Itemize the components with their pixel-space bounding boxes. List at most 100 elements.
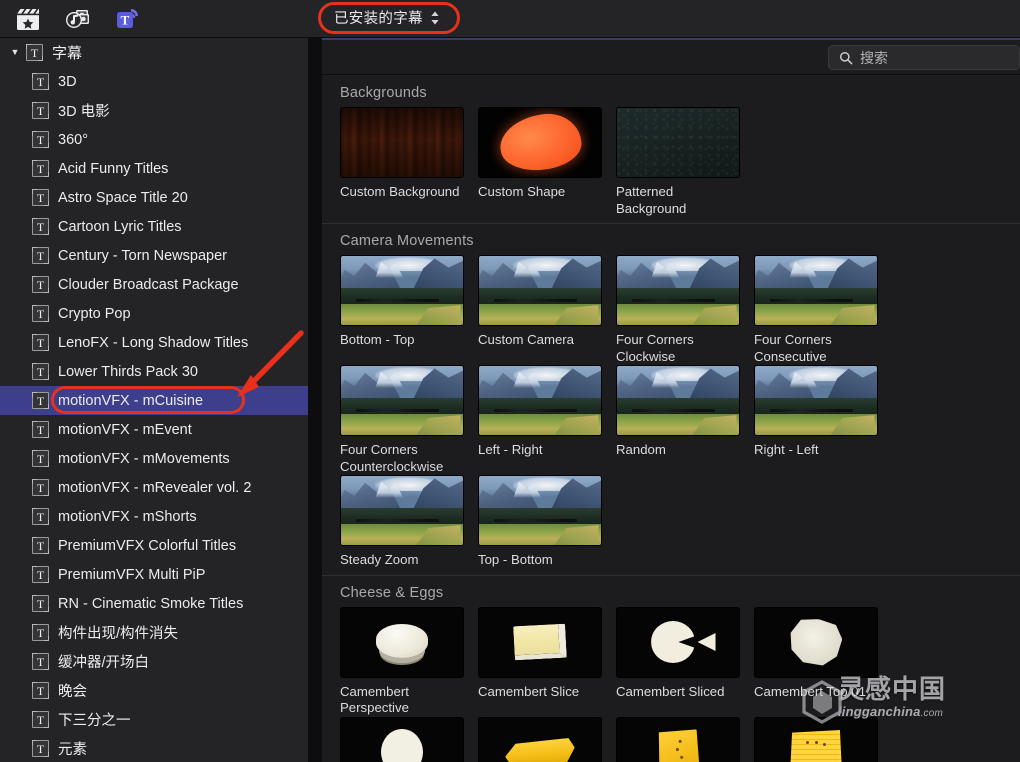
asset-cell[interactable]: Patterned Background: [616, 107, 754, 217]
asset-cell[interactable]: Top - Bottom: [478, 475, 616, 569]
asset-cell[interactable]: Cheese 01: [478, 717, 616, 762]
sidebar-item-premiumvfx-multi-pip[interactable]: TPremiumVFX Multi PiP: [0, 560, 308, 589]
sidebar-item-lower-thirds-pack-30[interactable]: TLower Thirds Pack 30: [0, 357, 308, 386]
title-badge-icon: T: [32, 392, 49, 409]
asset-thumbnail[interactable]: [340, 475, 464, 546]
sidebar-item-acid-funny-titles[interactable]: TAcid Funny Titles: [0, 154, 308, 183]
sidebar-item-motionvfx-mmovements[interactable]: TmotionVFX - mMovements: [0, 444, 308, 473]
asset-thumbnail[interactable]: [754, 255, 878, 326]
sidebar-item-晚会[interactable]: T晚会: [0, 676, 308, 705]
asset-thumbnail[interactable]: [340, 607, 464, 678]
asset-cell[interactable]: Left - Right: [478, 365, 616, 475]
asset-label: Four Corners Consecutive: [754, 326, 878, 365]
asset-cell[interactable]: Custom Camera: [478, 255, 616, 365]
asset-label: Camembert Perspective: [340, 678, 464, 717]
search-icon: [839, 51, 852, 64]
search-bar: 搜索: [322, 40, 1020, 75]
sidebar-item-motionvfx-mshorts[interactable]: TmotionVFX - mShorts: [0, 502, 308, 531]
sidebar-item-下三分之一[interactable]: T下三分之一: [0, 705, 308, 734]
content-browser: 搜索 BackgroundsCustom BackgroundCustom Sh…: [322, 38, 1020, 762]
title-badge-icon: T: [32, 73, 49, 90]
asset-thumbnail[interactable]: [616, 607, 740, 678]
sidebar-item-label: LenoFX - Long Shadow Titles: [58, 335, 248, 351]
asset-cell[interactable]: Four Corners Clockwise: [616, 255, 754, 365]
asset-thumbnail[interactable]: [616, 107, 740, 178]
asset-thumbnail[interactable]: [478, 475, 602, 546]
asset-cell[interactable]: Right - Left: [754, 365, 892, 475]
asset-cell[interactable]: Four Corners Counterclockwise: [340, 365, 478, 475]
sidebar-item-label: 元素: [58, 738, 87, 759]
asset-label: Left - Right: [478, 436, 602, 459]
sidebar-item-360[interactable]: T360°: [0, 125, 308, 154]
asset-cell[interactable]: Random: [616, 365, 754, 475]
asset-cell[interactable]: Custom Background: [340, 107, 478, 217]
sidebar-item-label: 构件出现/构件消失: [58, 622, 178, 643]
title-badge-icon: T: [32, 595, 49, 612]
asset-thumbnail[interactable]: [340, 107, 464, 178]
sidebar-scrollbar[interactable]: [296, 78, 305, 762]
thumbnail-art: [341, 718, 463, 762]
title-badge-icon: T: [32, 189, 49, 206]
sidebar-item-3d-电影[interactable]: T3D 电影: [0, 96, 308, 125]
sidebar-item-rn-cinematic-smoke-titles[interactable]: TRN - Cinematic Smoke Titles: [0, 589, 308, 618]
asset-cell[interactable]: Camembert Slice: [478, 607, 616, 717]
thumbnail-art: [617, 718, 739, 762]
asset-thumbnail[interactable]: [616, 717, 740, 762]
asset-thumbnail[interactable]: [754, 607, 878, 678]
asset-cell[interactable]: Four Corners Consecutive: [754, 255, 892, 365]
asset-thumbnail[interactable]: [616, 365, 740, 436]
sidebar-divider[interactable]: [308, 38, 322, 762]
sidebar-item-元素[interactable]: T元素: [0, 734, 308, 762]
sidebar-item-clouder-broadcast-package[interactable]: TClouder Broadcast Package: [0, 270, 308, 299]
sidebar-item-lenofx-long-shadow-titles[interactable]: TLenoFX - Long Shadow Titles: [0, 328, 308, 357]
sidebar-item-century-torn-newspaper[interactable]: TCentury - Torn Newspaper: [0, 241, 308, 270]
asset-thumbnail[interactable]: [478, 107, 602, 178]
asset-thumbnail[interactable]: [478, 607, 602, 678]
asset-thumbnail[interactable]: [340, 255, 464, 326]
sidebar-item-构件出现-构件消失[interactable]: T 构件出现/构件消失: [0, 618, 308, 647]
disclosure-triangle-icon[interactable]: ▼: [8, 46, 22, 60]
sidebar-item-astro-space-title-20[interactable]: TAstro Space Title 20: [0, 183, 308, 212]
asset-thumbnail[interactable]: [340, 365, 464, 436]
asset-thumbnail[interactable]: [478, 717, 602, 762]
sidebar-item-label: PremiumVFX Multi PiP: [58, 567, 205, 583]
asset-cell[interactable]: Cheese 03: [754, 717, 892, 762]
asset-thumbnail[interactable]: [340, 717, 464, 762]
title-badge-icon: T: [32, 682, 49, 699]
section-title: Camera Movements: [322, 224, 1020, 255]
sidebar-item-label: 3D: [58, 74, 77, 90]
browser-category-label: 已安装的字幕: [334, 7, 423, 28]
sidebar-item-motionvfx-mcuisine[interactable]: TmotionVFX - mCuisine: [0, 386, 308, 415]
thumbnail-art: [479, 108, 601, 177]
title-badge-icon: T: [32, 624, 49, 641]
asset-thumbnail[interactable]: [478, 365, 602, 436]
titles-icon[interactable]: T: [114, 6, 144, 32]
asset-cell[interactable]: Camembert Perspective: [340, 607, 478, 717]
asset-cell[interactable]: Camembert Top 02: [340, 717, 478, 762]
sidebar-item-premiumvfx-colorful-titles[interactable]: TPremiumVFX Colorful Titles: [0, 531, 308, 560]
asset-thumbnail[interactable]: [616, 255, 740, 326]
asset-cell[interactable]: Custom Shape: [478, 107, 616, 217]
asset-cell[interactable]: Camembert Sliced: [616, 607, 754, 717]
sidebar-item-label: motionVFX - mRevealer vol. 2: [58, 480, 251, 496]
asset-cell[interactable]: Camembert Top 01: [754, 607, 892, 717]
sidebar-item-缓冲器-开场白[interactable]: T缓冲器/开场白: [0, 647, 308, 676]
audio-photos-icon[interactable]: [64, 6, 94, 32]
asset-cell[interactable]: Steady Zoom: [340, 475, 478, 569]
sidebar-item-cartoon-lyric-titles[interactable]: TCartoon Lyric Titles: [0, 212, 308, 241]
asset-thumbnail[interactable]: [478, 255, 602, 326]
browser-category-popup[interactable]: 已安装的字幕: [322, 5, 450, 31]
asset-cell[interactable]: Cheese 02: [616, 717, 754, 762]
sidebar-item-motionvfx-mevent[interactable]: TmotionVFX - mEvent: [0, 415, 308, 444]
sidebar-item-motionvfx-mrevealer-vol-2[interactable]: TmotionVFX - mRevealer vol. 2: [0, 473, 308, 502]
search-field[interactable]: 搜索: [828, 45, 1020, 70]
asset-cell[interactable]: Bottom - Top: [340, 255, 478, 365]
sidebar-item-3d[interactable]: T 3D: [0, 67, 308, 96]
sidebar-root-titles[interactable]: ▼T字幕: [0, 38, 308, 67]
asset-thumbnail[interactable]: [754, 717, 878, 762]
clapperboard-effects-icon[interactable]: [14, 6, 44, 32]
search-input[interactable]: 搜索: [860, 48, 888, 68]
sidebar-item-crypto-pop[interactable]: TCrypto Pop: [0, 299, 308, 328]
asset-thumbnail[interactable]: [754, 365, 878, 436]
asset-label: Steady Zoom: [340, 546, 464, 569]
